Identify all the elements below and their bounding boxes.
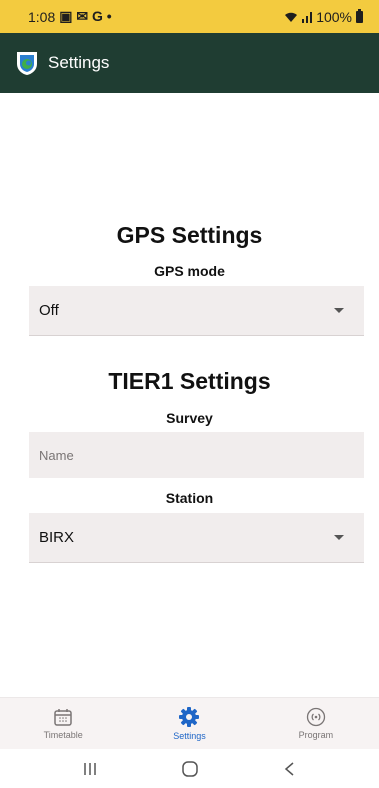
nav-item-program[interactable]: Program [253,698,379,749]
status-bar: 1:08 ▣ ✉ G • 100% [0,0,379,33]
gps-mode-value: Off [39,302,59,319]
station-label: Station [165,490,214,506]
status-left: 1:08 ▣ ✉ G • [28,8,112,25]
app-logo-icon [17,52,37,75]
notification-icons: ▣ ✉ G • [59,8,112,24]
back-icon[interactable] [282,761,298,777]
nav-label-settings: Settings [173,731,206,741]
recent-apps-icon[interactable] [82,761,98,777]
nav-label-timetable: Timetable [43,730,83,740]
survey-name-placeholder: Name [39,447,74,463]
wifi-icon [285,12,298,22]
nav-item-timetable[interactable]: Timetable [0,698,126,749]
calendar-icon [54,709,72,726]
nav-label-program: Program [298,730,334,740]
app-bar: Settings [0,33,379,93]
home-icon[interactable] [181,760,199,778]
station-select[interactable]: BIRX [29,513,364,563]
gps-mode-label: GPS mode [154,263,225,279]
gear-icon [179,707,200,727]
survey-label: Survey [166,410,213,426]
dropdown-arrow-icon [334,535,344,540]
dropdown-arrow-icon [334,308,344,313]
status-time: 1:08 [28,8,56,25]
gps-settings-heading: GPS Settings [116,222,263,248]
app-title: Settings [48,53,110,72]
survey-name-input[interactable]: Name [29,432,364,478]
signal-icon [302,11,313,23]
system-nav-bar [0,749,379,788]
station-value: BIRX [39,529,75,546]
broadcast-icon [306,707,325,727]
battery-percent: 100% [316,8,352,25]
nav-item-settings[interactable]: Settings [126,698,252,749]
status-right: 100% [284,8,363,25]
tier1-settings-heading: TIER1 Settings [108,368,271,394]
gps-mode-select[interactable]: Off [29,286,364,336]
bottom-nav: Timetable Settings Program [0,697,379,749]
battery-icon [356,8,363,23]
